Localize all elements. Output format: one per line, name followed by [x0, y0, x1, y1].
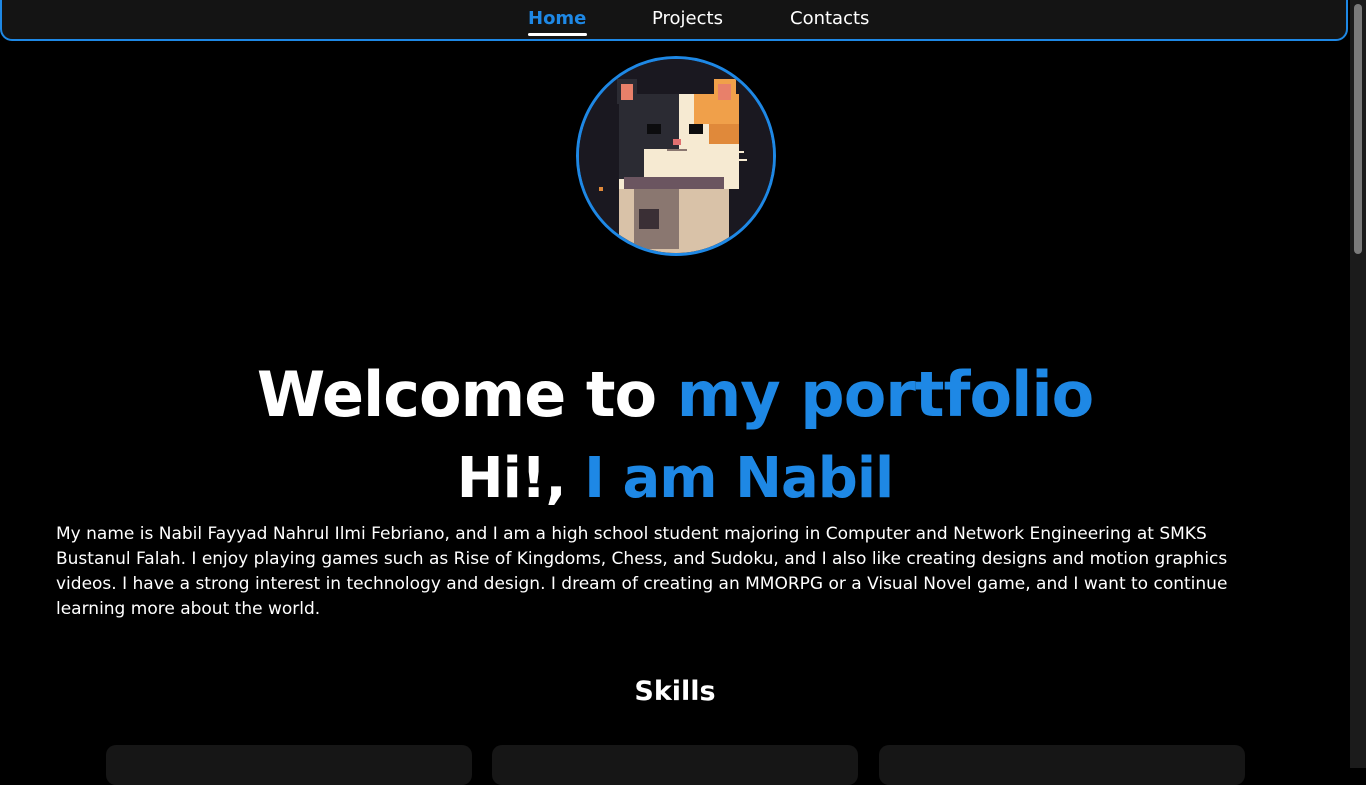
- skill-card[interactable]: [492, 745, 858, 785]
- pixel-cat-icon: [579, 59, 773, 253]
- nav-home-link[interactable]: Home: [528, 8, 586, 29]
- page-scrollbar[interactable]: [1350, 0, 1366, 768]
- nav-contacts-link[interactable]: Contacts: [790, 8, 869, 29]
- greeting-heading-accent: I am Nabil: [584, 446, 894, 511]
- profile-avatar: [576, 56, 776, 256]
- top-navbar: Home Projects Contacts: [0, 0, 1348, 41]
- welcome-heading-white: Welcome to: [256, 358, 677, 431]
- skill-card[interactable]: [879, 745, 1245, 785]
- greeting-heading: Hi!, I am Nabil: [0, 446, 1350, 511]
- skills-heading: Skills: [634, 676, 716, 707]
- greeting-heading-white: Hi!,: [456, 446, 585, 511]
- welcome-heading: Welcome to my portfolio: [0, 358, 1350, 431]
- scrollbar-thumb[interactable]: [1354, 4, 1362, 254]
- nav-projects-link[interactable]: Projects: [652, 8, 723, 29]
- active-nav-underline: [528, 33, 587, 36]
- skill-card[interactable]: [106, 745, 472, 785]
- bio-paragraph: My name is Nabil Fayyad Nahrul Ilmi Febr…: [56, 524, 1228, 619]
- welcome-heading-accent: my portfolio: [676, 358, 1094, 431]
